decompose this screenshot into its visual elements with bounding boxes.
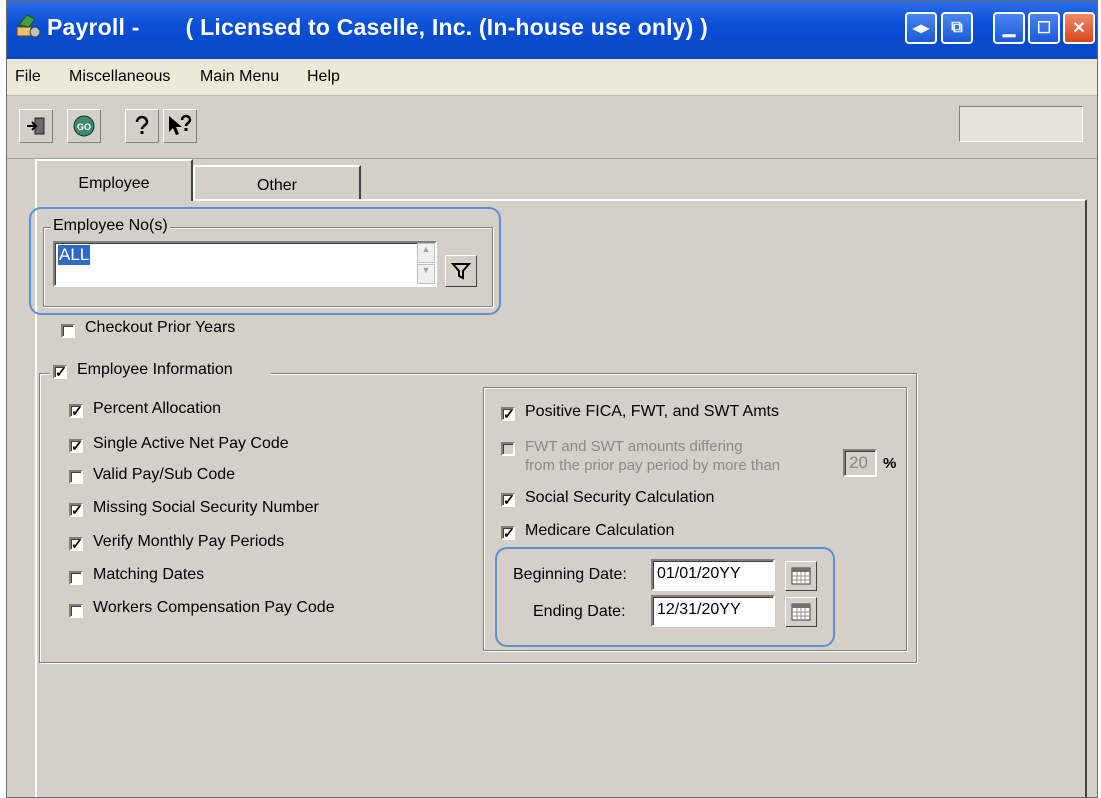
minimize-icon[interactable]: ▁ bbox=[993, 12, 1025, 44]
valid-pay-sub-code-label: Valid Pay/Sub Code bbox=[93, 466, 236, 483]
scroll-up-icon[interactable]: ▲ bbox=[417, 243, 435, 263]
help-icon[interactable] bbox=[125, 109, 159, 143]
fwt-swt-diff-line1: FWT and SWT amounts differing bbox=[525, 438, 743, 455]
payroll-window: Payroll - ( Licensed to Caselle, Inc. (I… bbox=[6, 0, 1098, 798]
fwt-swt-diff-line2: from the prior pay period by more than bbox=[525, 457, 781, 474]
percent-allocation-checkbox[interactable]: ✓ bbox=[69, 403, 83, 419]
medicare-calc-checkbox[interactable]: ✓ bbox=[501, 525, 515, 541]
beginning-date-input[interactable]: 01/01/20YY bbox=[651, 559, 775, 591]
percent-allocation-label: Percent Allocation bbox=[93, 400, 222, 417]
ending-date-input[interactable]: 12/31/20YY bbox=[651, 595, 775, 627]
scroll-down-icon[interactable]: ▼ bbox=[417, 264, 435, 284]
verify-monthly-pay-periods-checkbox[interactable]: ✓ bbox=[69, 536, 83, 552]
popout-icon[interactable]: ⧉ bbox=[941, 12, 973, 44]
arrows-icon[interactable]: ◂▸ bbox=[905, 12, 937, 44]
employee-information-label: Employee Information bbox=[77, 361, 233, 378]
toolbar: GO bbox=[7, 96, 1097, 159]
checkout-prior-years-label: Checkout Prior Years bbox=[85, 319, 236, 336]
social-security-calc-checkbox[interactable]: ✓ bbox=[501, 492, 515, 508]
verify-monthly-pay-periods-label: Verify Monthly Pay Periods bbox=[93, 533, 285, 550]
employee-nos-input[interactable]: ALL ▲ ▼ bbox=[53, 241, 437, 287]
valid-pay-sub-code-checkbox[interactable] bbox=[69, 470, 83, 484]
matching-dates-label: Matching Dates bbox=[93, 566, 205, 583]
positive-fica-checkbox[interactable]: ✓ bbox=[501, 406, 515, 422]
title-bar[interactable]: Payroll - ( Licensed to Caselle, Inc. (I… bbox=[7, 1, 1097, 59]
payroll-app-icon bbox=[16, 14, 41, 38]
medicare-calc-label: Medicare Calculation bbox=[525, 522, 675, 539]
window-title: Payroll - ( Licensed to Caselle, Inc. (I… bbox=[47, 14, 708, 40]
single-active-net-pay-code-label: Single Active Net Pay Code bbox=[93, 435, 289, 452]
percent-threshold-value: 20 bbox=[849, 453, 868, 472]
matching-dates-checkbox[interactable] bbox=[69, 571, 83, 585]
calendar-icon bbox=[791, 567, 811, 585]
exit-icon[interactable] bbox=[19, 109, 53, 143]
menu-file[interactable]: File bbox=[15, 68, 41, 86]
ending-date-label: Ending Date: bbox=[533, 603, 626, 620]
employee-nos-value: ALL bbox=[58, 245, 91, 265]
employee-nos-legend: Employee No(s) bbox=[51, 217, 170, 235]
tab-other[interactable]: Other bbox=[193, 165, 361, 199]
go-icon[interactable]: GO bbox=[67, 109, 101, 143]
toolbar-status-box bbox=[959, 106, 1083, 142]
menu-bar: File Miscellaneous Main Menu Help bbox=[7, 59, 1097, 96]
single-active-net-pay-code-checkbox[interactable]: ✓ bbox=[69, 438, 83, 454]
social-security-calc-label: Social Security Calculation bbox=[525, 489, 715, 506]
positive-fica-label: Positive FICA, FWT, and SWT Amts bbox=[525, 403, 779, 420]
filter-button[interactable] bbox=[445, 255, 477, 287]
fwt-swt-diff-checkbox[interactable] bbox=[501, 442, 515, 456]
tab-employee[interactable]: Employee bbox=[35, 159, 193, 201]
ending-date-calendar-button[interactable] bbox=[785, 597, 817, 627]
missing-ssn-checkbox[interactable]: ✓ bbox=[69, 502, 83, 518]
menu-help[interactable]: Help bbox=[307, 68, 340, 86]
percent-symbol: % bbox=[883, 455, 897, 472]
checkout-prior-years-checkbox[interactable] bbox=[61, 324, 75, 338]
ending-date-value: 12/31/20YY bbox=[657, 601, 741, 618]
tab-employee-label: Employee bbox=[78, 175, 150, 192]
calendar-icon bbox=[791, 603, 811, 621]
whats-this-icon[interactable] bbox=[163, 109, 197, 143]
missing-ssn-label: Missing Social Security Number bbox=[93, 499, 319, 516]
percent-threshold-input[interactable]: 20 bbox=[843, 449, 877, 477]
tab-other-label: Other bbox=[256, 177, 297, 194]
beginning-date-value: 01/01/20YY bbox=[657, 565, 741, 582]
workers-comp-pay-code-label: Workers Compensation Pay Code bbox=[93, 599, 335, 616]
close-icon[interactable]: ✕ bbox=[1063, 12, 1095, 44]
employee-information-checkbox[interactable]: ✓ bbox=[53, 364, 67, 380]
workers-comp-pay-code-checkbox[interactable] bbox=[69, 604, 83, 618]
beginning-date-label: Beginning Date: bbox=[513, 566, 627, 583]
menu-miscellaneous[interactable]: Miscellaneous bbox=[69, 68, 170, 86]
maximize-icon[interactable]: ☐ bbox=[1028, 12, 1060, 44]
beginning-date-calendar-button[interactable] bbox=[785, 561, 817, 591]
menu-main-menu[interactable]: Main Menu bbox=[200, 68, 279, 86]
svg-text:GO: GO bbox=[77, 122, 91, 132]
filter-icon bbox=[451, 263, 471, 280]
